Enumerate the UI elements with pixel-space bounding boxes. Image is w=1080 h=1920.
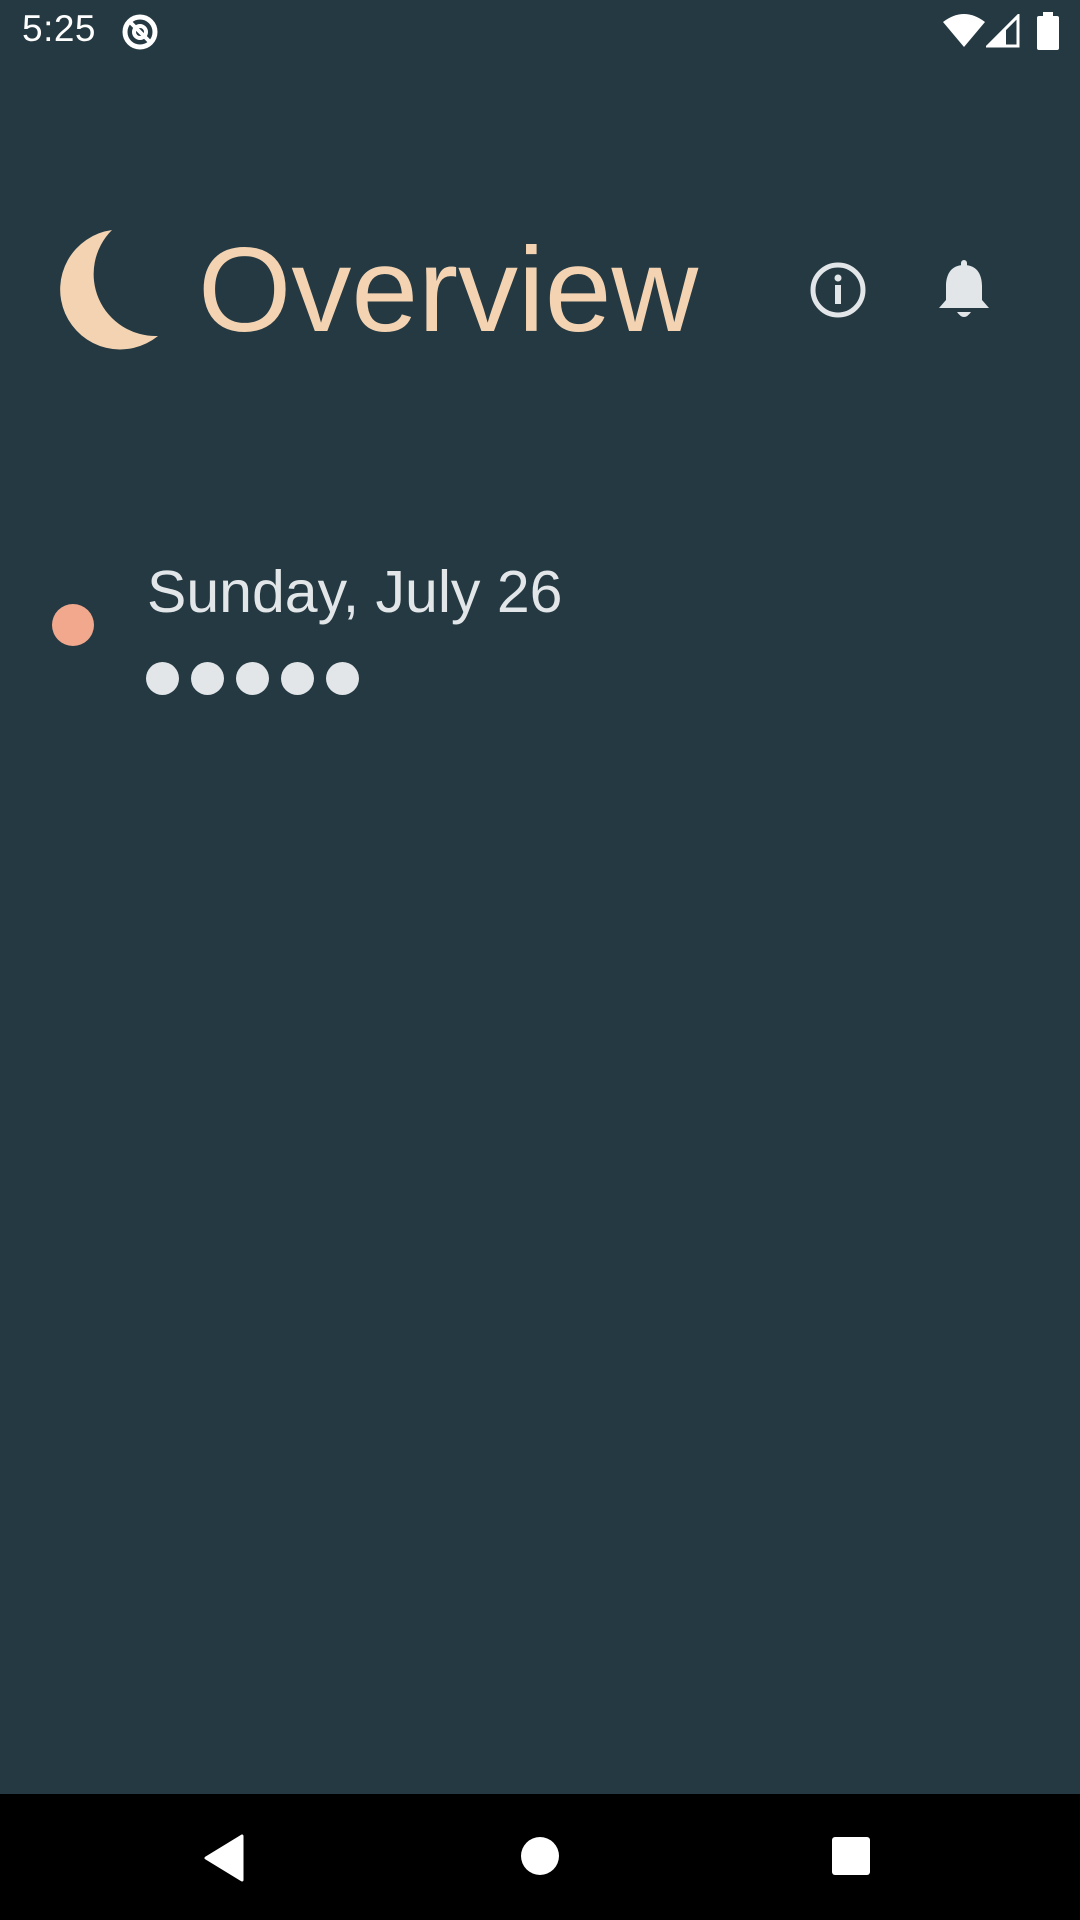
- rating-dot: [146, 662, 179, 695]
- battery-icon: [1037, 12, 1059, 50]
- bell-icon[interactable]: [934, 258, 994, 322]
- system-nav-bar: [0, 1794, 1080, 1920]
- mood-indicator-dot: [52, 604, 94, 646]
- rating-dot: [236, 662, 269, 695]
- rating-dot: [191, 662, 224, 695]
- app-screen: 5:25 Overview Sunday, July 26: [0, 0, 1080, 1920]
- rating-dots: [146, 662, 359, 696]
- entry-date: Sunday, July 26: [147, 559, 563, 625]
- list-item[interactable]: Sunday, July 26: [0, 540, 1080, 710]
- rating-dot: [326, 662, 359, 695]
- recents-icon[interactable]: [831, 1836, 871, 1876]
- app-header: Overview: [0, 200, 1080, 380]
- status-bar: 5:25: [0, 0, 1080, 64]
- wifi-icon: [943, 14, 985, 47]
- info-icon[interactable]: [808, 260, 868, 320]
- status-time: 5:25: [22, 8, 97, 49]
- moon-icon: [60, 230, 159, 350]
- page-title: Overview: [198, 223, 699, 357]
- cell-signal-icon: [986, 14, 1020, 48]
- back-icon[interactable]: [202, 1834, 246, 1882]
- rating-dot: [281, 662, 314, 695]
- do-not-disturb-q-icon: [122, 14, 158, 50]
- home-icon[interactable]: [520, 1836, 560, 1876]
